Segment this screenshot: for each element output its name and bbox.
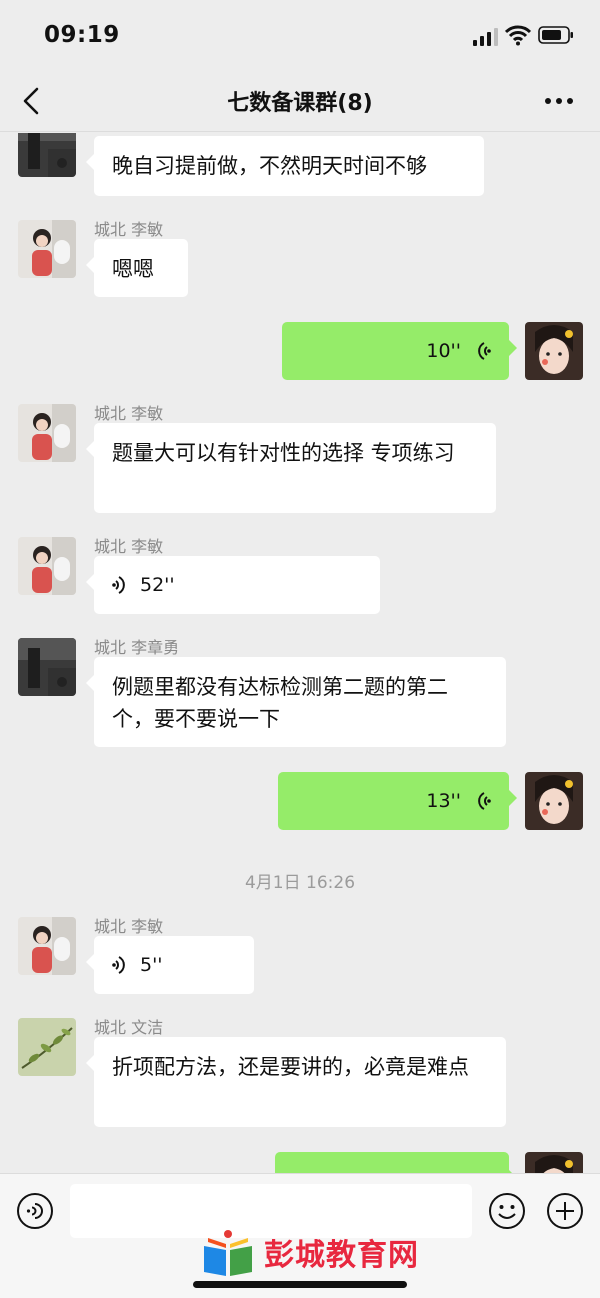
cellular-signal-icon: [473, 28, 498, 46]
wifi-icon: [505, 25, 531, 46]
voice-duration: 10'': [426, 340, 461, 362]
avatar-dark-street-image: [18, 638, 76, 696]
avatar-li-min[interactable]: [18, 917, 76, 975]
message-bubble[interactable]: 题量大可以有针对性的选择 专项练习: [86, 423, 496, 513]
avatar-li-zhangyong[interactable]: [18, 133, 76, 177]
avatar-girl-selfie: [525, 322, 583, 380]
message-timestamp: 4月1日 16:26: [244, 873, 356, 893]
sender-name: 城北 文洁: [94, 1018, 164, 1037]
watermark-book-logo-icon: [204, 1230, 252, 1276]
voice-message-bubble[interactable]: 52'': [86, 556, 380, 614]
message-text: 晚自习提前做，不然明天时间不够: [112, 154, 427, 178]
more-options-icon[interactable]: [543, 94, 575, 108]
sender-name: 城北 李敏: [94, 917, 164, 936]
voice-input-toggle-icon[interactable]: [16, 1192, 54, 1230]
avatar-girl-photo: [18, 537, 76, 595]
avatar-li-min[interactable]: [18, 404, 76, 462]
watermark: 彭城教育网: [198, 1228, 418, 1284]
message-list[interactable]: 晚自习提前做，不然明天时间不够 城北 李敏 嗯嗯 10'' 城北 李敏 题量大可…: [0, 133, 600, 1173]
home-indicator[interactable]: [193, 1281, 407, 1288]
avatar-li-min[interactable]: [18, 220, 76, 278]
message-bubble[interactable]: 嗯嗯: [86, 239, 188, 297]
avatar-li-zhangyong[interactable]: [18, 638, 76, 696]
voice-duration: 52'': [140, 574, 175, 596]
avatar-li-min[interactable]: [18, 537, 76, 595]
plus-icon[interactable]: [546, 1192, 584, 1230]
voice-wave-icon: [112, 956, 125, 974]
avatar-girl-photo: [18, 917, 76, 975]
voice-message-bubble[interactable]: 5'': [86, 936, 254, 994]
voice-wave-icon: [478, 342, 491, 360]
sender-name: 城北 李敏: [94, 220, 164, 239]
avatar-self[interactable]: [525, 772, 583, 830]
message-bubble[interactable]: 晚自习提前做，不然明天时间不够: [86, 136, 484, 196]
avatar-girl-photo: [18, 404, 76, 462]
watermark-text: 彭城教育网: [264, 1238, 419, 1273]
avatar-girl-selfie: [525, 1152, 583, 1173]
voice-message-bubble[interactable]: 13'': [278, 772, 517, 830]
sender-name: 城北 李章勇: [94, 638, 180, 657]
message-bubble[interactable]: [275, 1152, 517, 1173]
message-text: 嗯嗯: [112, 257, 154, 281]
status-time: 09:19: [44, 22, 120, 48]
message-text: 例题里都没有达标检测第二题的第二个，要不要说一下: [112, 675, 448, 731]
voice-message-bubble[interactable]: 10'': [282, 322, 517, 380]
message-bubble[interactable]: 例题里都没有达标检测第二题的第二个，要不要说一下: [86, 657, 506, 747]
voice-duration: 5'': [140, 954, 163, 976]
message-bubble[interactable]: 折项配方法，还是要讲的，必竟是难点: [86, 1037, 506, 1127]
status-bar: 09:19: [0, 0, 600, 70]
chat-title: 七数备课群(8): [227, 91, 373, 116]
input-toolbar: 彭城教育网: [0, 1173, 600, 1298]
voice-wave-icon: [478, 792, 491, 810]
avatar-leaf-branch-image: [18, 1018, 76, 1076]
avatar-dark-street-image: [18, 133, 76, 177]
battery-icon: [538, 26, 573, 44]
sender-name: 城北 李敏: [94, 404, 164, 423]
avatar-self[interactable]: [525, 1152, 583, 1173]
emoji-icon[interactable]: [488, 1192, 526, 1230]
message-text: 折项配方法，还是要讲的，必竟是难点: [112, 1055, 469, 1079]
avatar-girl-selfie: [525, 772, 583, 830]
avatar-wen-jie[interactable]: [18, 1018, 76, 1076]
sender-name: 城北 李敏: [94, 537, 164, 556]
message-text: 题量大可以有针对性的选择 专项练习: [112, 441, 455, 465]
voice-duration: 13'': [426, 790, 461, 812]
chat-header: 七数备课群(8): [0, 70, 600, 132]
voice-wave-icon: [112, 576, 125, 594]
avatar-self[interactable]: [525, 322, 583, 380]
avatar-girl-photo: [18, 220, 76, 278]
